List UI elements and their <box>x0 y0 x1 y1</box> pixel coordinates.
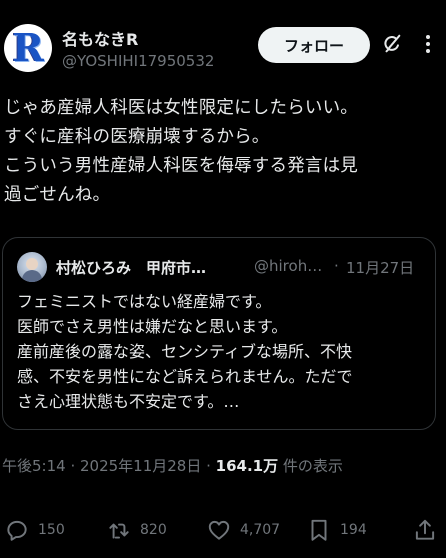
bookmark-button[interactable]: 194 <box>306 513 367 547</box>
like-count: 4,707 <box>240 522 281 538</box>
action-bar: 150 820 4,707 194 <box>0 513 446 547</box>
heart-icon <box>208 520 230 540</box>
share-button[interactable] <box>412 513 438 547</box>
author-handle[interactable]: @YOSHIHI17950532 <box>62 52 214 70</box>
more-icon[interactable] <box>418 33 438 55</box>
author-name[interactable]: 名もなきR <box>62 26 138 50</box>
reply-icon <box>7 520 27 541</box>
tweet-text: じゃあ産婦人科医は女性限定にしたらいい。 すぐに産科の医療崩壊するから。 こうい… <box>4 98 358 205</box>
repost-count: 820 <box>140 522 167 538</box>
repost-icon <box>109 523 129 539</box>
bookmark-count: 194 <box>340 522 367 538</box>
avatar-letter: R <box>12 25 44 70</box>
quote-author-name: 村松ひろみ 甲府市… <box>56 259 207 277</box>
share-icon <box>415 519 435 540</box>
tweet-timestamp[interactable]: 午後5:14 · 2025年11月28日 · <box>2 457 216 475</box>
follow-button[interactable]: フォロー <box>258 27 370 63</box>
repost-button[interactable]: 820 <box>106 513 167 547</box>
quoted-tweet[interactable]: 村松ひろみ 甲府市… @hiroh… · 11月27日 フェミニストではない経産… <box>2 237 436 430</box>
quote-author-handle: @hiroh… <box>254 257 323 275</box>
quote-text: フェミニストではない経産婦です。 医師でさえ男性は嫌だなと思います。 産前産後の… <box>17 292 353 411</box>
author-avatar[interactable]: R <box>4 24 52 72</box>
quote-date: 11月27日 <box>346 259 415 277</box>
like-button[interactable]: 4,707 <box>206 513 280 547</box>
view-label: 件の表示 <box>278 457 343 475</box>
quote-separator: · <box>334 257 339 275</box>
reply-button[interactable]: 150 <box>4 513 65 547</box>
view-count: 164.1万 <box>215 457 279 475</box>
tweet-meta: 午後5:14 · 2025年11月28日 · 164.1万 件の表示 <box>2 455 343 476</box>
bookmark-icon <box>311 519 327 541</box>
quote-avatar[interactable] <box>17 252 47 282</box>
reply-count: 150 <box>38 522 65 538</box>
grok-icon[interactable] <box>381 33 403 55</box>
